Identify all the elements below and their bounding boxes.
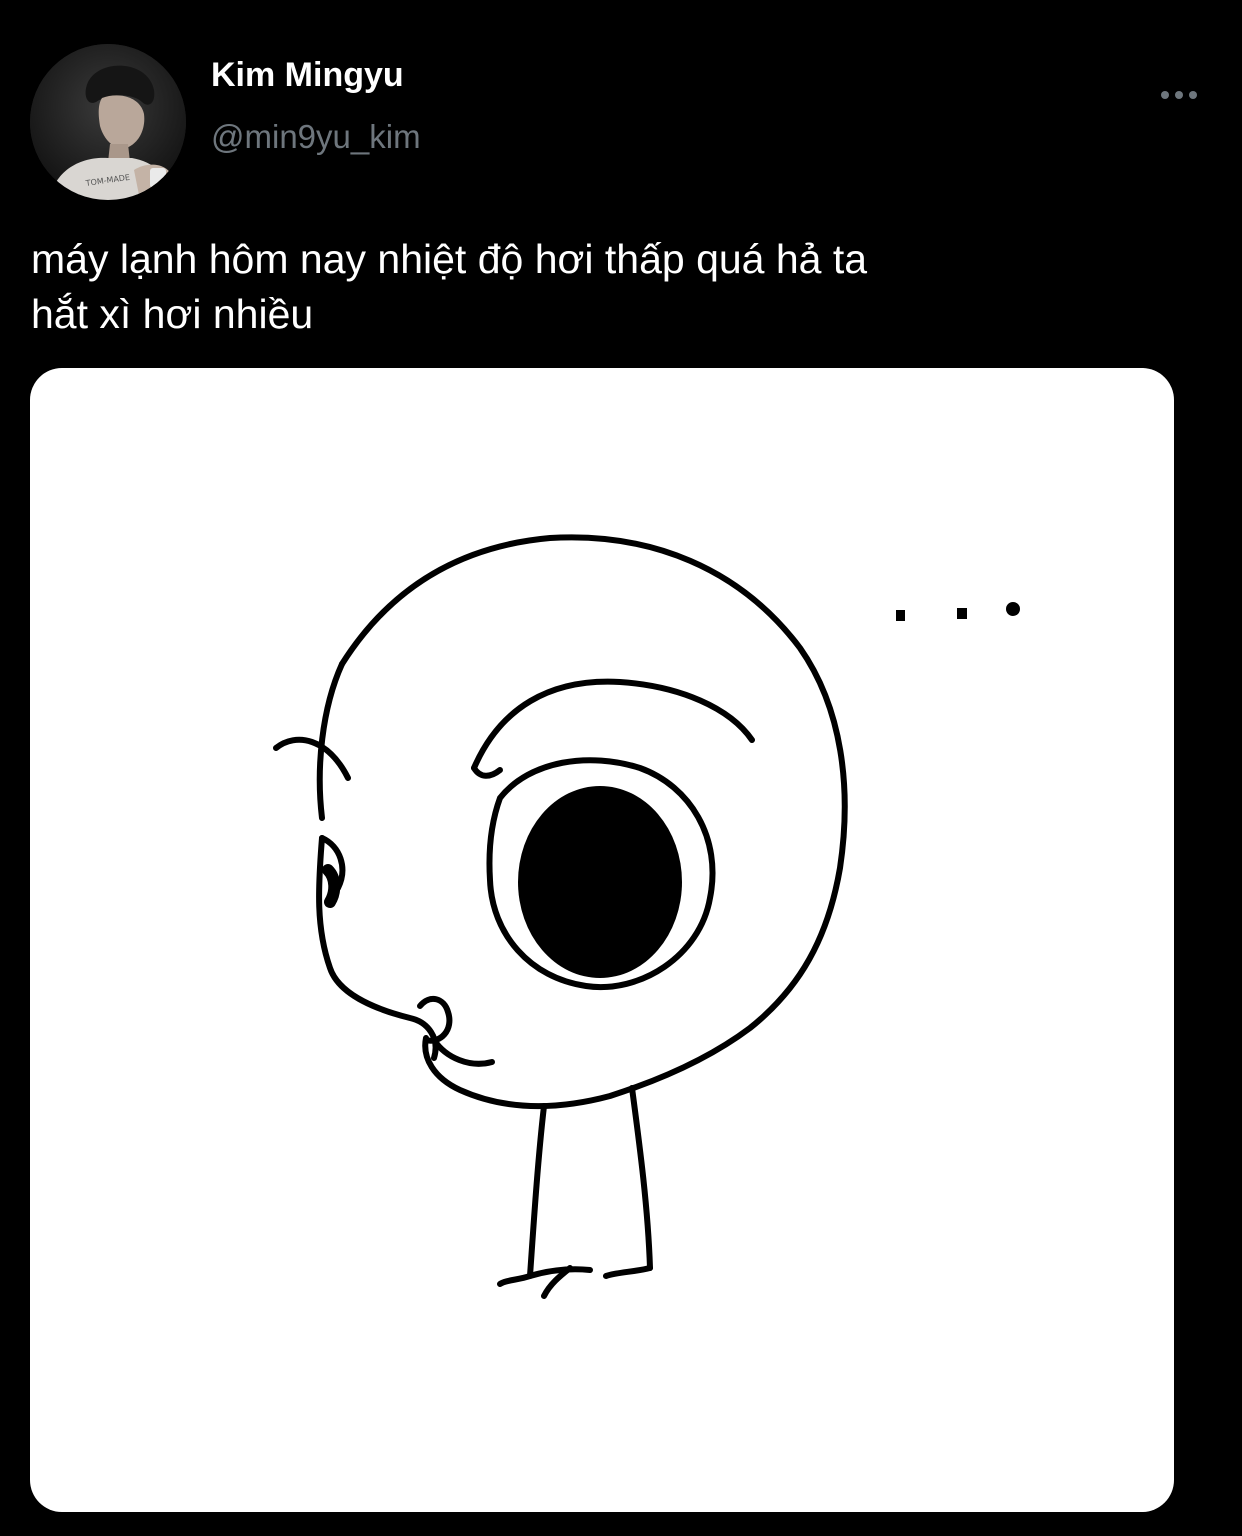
tweet-text: máy lạnh hôm nay nhiệt độ hơi thấp quá h… — [31, 232, 1181, 342]
avatar[interactable]: TOM-MADE — [30, 44, 186, 200]
display-name[interactable]: Kim Mingyu — [211, 56, 404, 95]
profile-photo-icon: TOM-MADE — [30, 44, 186, 200]
more-horizontal-icon-dot — [1175, 91, 1183, 99]
tweet-text-line: hắt xì hơi nhiều — [31, 291, 314, 337]
more-horizontal-icon — [1161, 91, 1169, 99]
more-horizontal-icon-dot — [1189, 91, 1197, 99]
more-options-button[interactable] — [1150, 78, 1208, 112]
tweet-text-line: máy lạnh hôm nay nhiệt độ hơi thấp quá h… — [31, 236, 868, 282]
user-handle[interactable]: @min9yu_kim — [211, 118, 421, 156]
tweet-media-image[interactable] — [30, 368, 1174, 1512]
doodle-character-illustration-icon — [273, 534, 1020, 1299]
